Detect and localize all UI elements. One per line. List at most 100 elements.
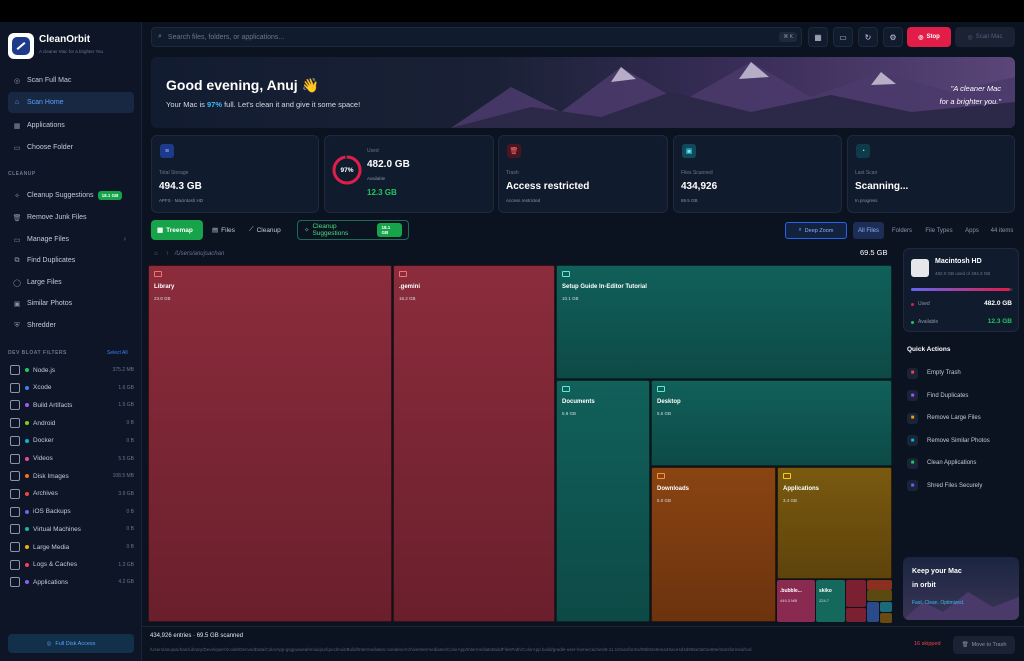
up-arrow-icon[interactable]: ↑ — [166, 251, 169, 257]
quick-action-label: Find Duplicates — [927, 392, 969, 399]
circle-icon: ■ — [907, 412, 918, 424]
filter-apps[interactable]: Apps — [960, 222, 984, 239]
filter-row[interactable]: Build Artifacts 1.5 GB — [10, 399, 134, 411]
filter-row[interactable]: Xcode 1.6 GB — [10, 382, 134, 394]
tab-treemap[interactable]: ▦ Treemap — [151, 220, 203, 240]
filter-row[interactable]: Archives 3.9 GB — [10, 488, 134, 500]
deep-zoom-button[interactable]: ⌕ Deep Zoom — [785, 222, 847, 239]
category-dot — [25, 562, 29, 567]
treemap-cell-setup-guide[interactable]: Setup Guide In-Editor Tutorial 10.1 GB — [556, 265, 892, 379]
dev-bloat-section-label: DEV BLOAT FILTERS — [8, 350, 67, 356]
treemap-cell-skiko[interactable]: skiko 224.7 — [816, 580, 845, 622]
nav-scan-home[interactable]: ⌂ Scan Home — [8, 92, 134, 113]
treemap-cell-small[interactable] — [880, 613, 892, 623]
search-input[interactable]: ⌕ Search files, folders, or applications.… — [151, 27, 802, 47]
folder-icon — [562, 271, 570, 277]
filter-row[interactable]: Docker 0 B — [10, 435, 134, 447]
checkbox[interactable] — [10, 453, 20, 464]
checkbox[interactable] — [10, 506, 20, 517]
filter-label: Large Media — [33, 543, 70, 551]
nav-choose-folder[interactable]: ▭ Choose Folder — [8, 137, 134, 158]
treemap-cell-desktop[interactable]: Desktop 5.5 GB — [651, 380, 892, 466]
checkbox[interactable] — [10, 488, 20, 499]
available-row: Available — [911, 319, 938, 325]
used-label: Used — [918, 301, 930, 307]
checkbox[interactable] — [10, 542, 20, 552]
nav-find-duplicates[interactable]: ⧉ Find Duplicates — [8, 250, 134, 271]
settings-button[interactable]: ⚙ — [883, 27, 903, 47]
grid-icon: ▦ — [13, 122, 21, 130]
treemap-cell-small[interactable] — [846, 580, 866, 607]
filter-row[interactable]: iOS Backups 0 B — [10, 506, 134, 518]
stat-value: Access restricted — [506, 181, 590, 192]
full-disk-access-button[interactable]: ◎ Full Disk Access — [8, 634, 134, 653]
scan-mac-button[interactable]: ◎ Scan Mac — [955, 27, 1015, 47]
checkbox[interactable] — [10, 365, 20, 375]
filter-row[interactable]: Applications 4.2 GB — [10, 576, 134, 588]
treemap-cell-small[interactable] — [846, 608, 866, 622]
tab-cleanup[interactable]: ⟋ Cleanup — [243, 220, 287, 240]
treemap-cell-small[interactable] — [867, 590, 892, 601]
filter-row[interactable]: Large Media 0 B — [10, 541, 134, 553]
grid-view-button[interactable]: ▦ — [808, 27, 828, 47]
checkbox[interactable] — [10, 400, 20, 411]
stat-sub: Available — [367, 176, 386, 181]
category-dot — [25, 527, 29, 532]
filter-row[interactable]: Disk Images 108.5 MB — [10, 470, 134, 482]
quick-action-remove-large-files[interactable]: ■ Remove Large Files — [907, 411, 1017, 425]
files-icon: ▣ — [682, 144, 696, 158]
nav-remove-junk[interactable]: 🗑 Remove Junk Files — [8, 207, 134, 228]
app-name: CleanOrbit — [39, 34, 91, 45]
treemap-cell-applications[interactable]: Applications 3.4 GB — [777, 467, 892, 579]
move-to-trash-button[interactable]: 🗑 Move to Trash — [953, 636, 1015, 654]
filter-row[interactable]: Virtual Machines 0 B — [10, 523, 134, 535]
treemap-cell-gemini[interactable]: .gemini 16.2 GB — [393, 265, 555, 622]
tab-cleanup-suggestions[interactable]: ✧ Cleanup Suggestions 18.1 GB — [297, 220, 409, 240]
filter-row[interactable]: Android 0 B — [10, 417, 134, 429]
quick-action-clean-applications[interactable]: ■ Clean Applications — [907, 456, 1017, 470]
nav-cleanup-suggestions[interactable]: ✧ Cleanup Suggestions 18.1 GB — [8, 185, 134, 206]
quick-action-find-duplicates[interactable]: ■ Find Duplicates — [907, 389, 1017, 403]
filter-label: Logs & Caches — [33, 561, 78, 569]
zoom-icon: ⌕ — [798, 227, 802, 233]
filter-file-types[interactable]: File Types — [920, 222, 958, 239]
nav-similar-photos[interactable]: ▣ Similar Photos — [8, 293, 134, 314]
filter-row[interactable]: Logs & Caches 1.3 GB — [10, 559, 134, 571]
filter-row[interactable]: Node.js 375.2 MB — [10, 364, 134, 376]
sparkle-icon: ✧ — [14, 192, 20, 200]
checkbox[interactable] — [10, 418, 20, 429]
tab-files[interactable]: ▤ Files — [206, 220, 241, 240]
treemap-cell-small[interactable] — [867, 580, 892, 590]
checkbox[interactable] — [10, 382, 20, 393]
nav-scan-full-mac[interactable]: ◎ Scan Full Mac — [8, 70, 134, 91]
stat-trash: 🗑 Trash Access restricted Access restric… — [498, 135, 668, 213]
nav-manage-files[interactable]: ▭ Manage Files › — [8, 229, 134, 250]
filter-all-files[interactable]: All Files — [853, 222, 884, 239]
stop-button[interactable]: ◎ Stop — [907, 27, 951, 47]
treemap-cell-library[interactable]: Library 23.8 GB — [148, 265, 392, 622]
filter-folders[interactable]: Folders — [887, 222, 917, 239]
select-all-link[interactable]: Select All — [107, 350, 128, 356]
nav-large-files[interactable]: ◯ Large Files — [8, 272, 134, 293]
quick-action-shred-files-securely[interactable]: ■ Shred Files Securely — [907, 479, 1017, 493]
checkbox[interactable] — [10, 471, 20, 482]
checkbox[interactable] — [10, 577, 20, 588]
treemap-cell-downloads[interactable]: Downloads 5.0 GB — [651, 467, 776, 622]
treemap-cell-small[interactable] — [867, 602, 879, 622]
checkbox[interactable] — [10, 559, 20, 570]
treemap-cell-documents[interactable]: Documents 5.8 GB — [556, 380, 650, 622]
quick-action-remove-similar-photos[interactable]: ■ Remove Similar Photos — [907, 434, 1017, 448]
checkbox[interactable] — [10, 435, 20, 446]
display-button[interactable]: ▭ — [833, 27, 853, 47]
treemap-cell-small[interactable] — [880, 602, 892, 612]
available-value: 12.3 GB — [987, 318, 1012, 325]
nav-applications[interactable]: ▦ Applications — [8, 115, 134, 136]
treemap-cell-bubble[interactable]: .bubble... 449.3 MB — [777, 580, 815, 622]
checkbox[interactable] — [10, 524, 20, 535]
home-icon[interactable]: ⌂ — [154, 251, 158, 257]
category-dot — [25, 474, 29, 479]
nav-shredder[interactable]: ⛨ Shredder — [8, 315, 134, 336]
refresh-button[interactable]: ↻ — [858, 27, 878, 47]
filter-row[interactable]: Videos 5.5 GB — [10, 453, 134, 465]
quick-action-empty-trash[interactable]: ■ Empty Trash — [907, 366, 1017, 380]
